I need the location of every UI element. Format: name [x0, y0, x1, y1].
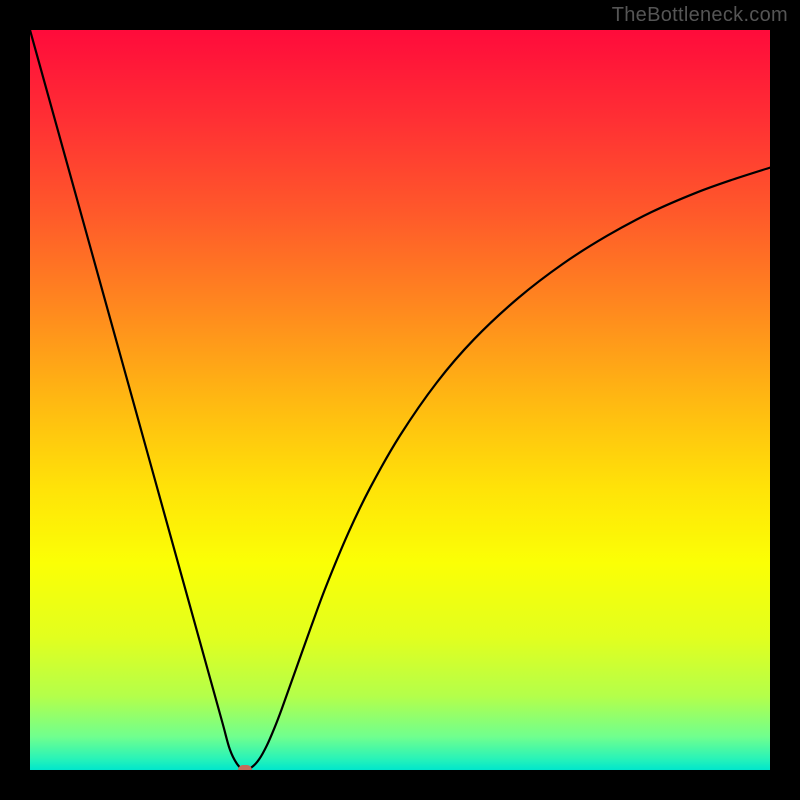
- chart-frame: TheBottleneck.com: [0, 0, 800, 800]
- bottleneck-curve: [30, 30, 770, 770]
- minimum-marker: [238, 765, 252, 770]
- watermark-text: TheBottleneck.com: [612, 4, 788, 27]
- plot-area: [30, 30, 770, 770]
